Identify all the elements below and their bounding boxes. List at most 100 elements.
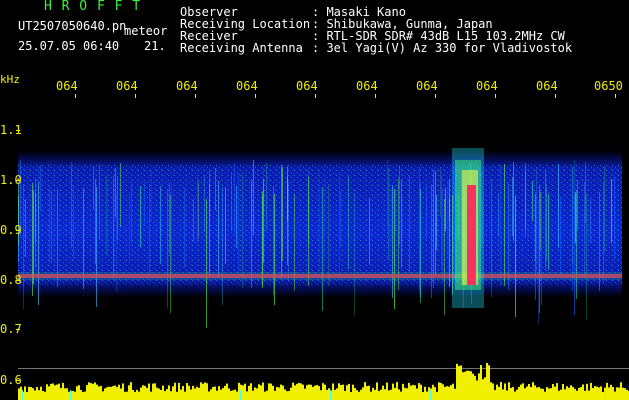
- y-tick-label: 0.9: [0, 223, 22, 237]
- noise-streak: [33, 190, 34, 284]
- noise-streak: [209, 171, 210, 217]
- amplitude-bar: [94, 382, 96, 400]
- noise-streak: [198, 181, 199, 239]
- amplitude-bar: [104, 388, 106, 400]
- amplitude-bar: [248, 385, 250, 400]
- amplitude-bar: [394, 387, 396, 400]
- noise-streak: [25, 199, 26, 257]
- amplitude-bar: [466, 370, 468, 400]
- amplitude-bar: [424, 386, 426, 400]
- amplitude-bar: [364, 382, 366, 400]
- amplitude-bar: [224, 385, 226, 400]
- noise-streak: [324, 190, 325, 262]
- noise-streak: [131, 183, 132, 243]
- noise-streak: [238, 173, 239, 272]
- amplitude-bar: [200, 382, 202, 400]
- x-tick-label: 064: [176, 79, 198, 93]
- amplitude-bar: [284, 389, 286, 400]
- amplitude-bar: [412, 384, 414, 400]
- noise-streak: [354, 190, 355, 315]
- amplitude-bar: [352, 384, 354, 400]
- amplitude-bar: [598, 387, 600, 400]
- amplitude-bar: [156, 387, 158, 400]
- amplitude-bar: [278, 387, 280, 400]
- amplitude-bar: [190, 389, 192, 400]
- amplitude-bar: [194, 388, 196, 400]
- amplitude-bar: [124, 391, 126, 400]
- noise-streak: [115, 168, 116, 218]
- type-label: meteor: [124, 24, 168, 38]
- noise-streak: [426, 185, 427, 239]
- amplitude-bar: [538, 387, 540, 400]
- noise-streak: [184, 187, 185, 268]
- amplitude-bar: [242, 385, 244, 400]
- amplitude-bar: [432, 384, 434, 400]
- amplitude-bar: [544, 391, 546, 400]
- amplitude-bar: [148, 383, 150, 400]
- amplitude-bar: [346, 385, 348, 400]
- amplitude-bar: [516, 389, 518, 400]
- noise-streak: [576, 191, 577, 299]
- y-tick-label: 0.6: [0, 373, 22, 387]
- amplitude-bar: [532, 382, 534, 400]
- amplitude-bar: [438, 382, 440, 400]
- amplitude-bar: [626, 389, 628, 400]
- amplitude-bar: [336, 388, 338, 400]
- counter: 21.: [144, 39, 166, 53]
- amplitude-bar: [526, 386, 528, 400]
- noise-streak: [129, 193, 130, 263]
- noise-streak: [348, 176, 349, 269]
- amplitude-bar: [222, 388, 224, 400]
- noise-streak: [532, 181, 533, 221]
- noise-streak: [215, 168, 216, 210]
- amplitude-bar: [50, 383, 52, 400]
- amplitude-bar: [204, 382, 206, 400]
- amplitude-bar: [554, 386, 556, 400]
- amplitude-bar: [290, 387, 292, 400]
- noise-streak: [599, 188, 600, 282]
- noise-streak: [106, 175, 107, 255]
- noise-streak: [504, 164, 505, 286]
- amplitude-bar: [612, 387, 614, 400]
- noise-streak: [391, 188, 392, 242]
- amplitude-bar: [520, 384, 522, 400]
- amplitude-bar: [492, 383, 494, 400]
- noise-streak: [420, 189, 421, 303]
- amplitude-bar: [316, 384, 318, 400]
- noise-streak: [536, 167, 537, 271]
- amplitude-bar: [426, 391, 428, 400]
- noise-streak: [538, 199, 539, 324]
- amplitude-bar: [622, 387, 624, 400]
- noise-streak: [73, 185, 74, 261]
- x-tick: [435, 94, 436, 98]
- amplitude-bar: [488, 365, 490, 400]
- noise-streak: [167, 189, 168, 308]
- amplitude-bar: [482, 379, 484, 400]
- amplitude-bar: [146, 387, 148, 400]
- noise-streak: [288, 182, 289, 281]
- noise-streak: [395, 190, 396, 231]
- amplitude-bar: [272, 385, 274, 400]
- x-tick-label: 064: [236, 79, 258, 93]
- amplitude-bar: [574, 388, 576, 400]
- x-tick-label: 064: [476, 79, 498, 93]
- noise-streak: [574, 160, 575, 211]
- noise-streak: [140, 186, 141, 247]
- amplitude-bar: [586, 383, 588, 400]
- amplitude-bar: [196, 386, 198, 400]
- noise-streak: [322, 187, 323, 311]
- noise-streak: [546, 185, 547, 260]
- amplitude-bar: [418, 383, 420, 400]
- noise-streak: [242, 173, 243, 288]
- amplitude-bar: [308, 384, 310, 400]
- amplitude-bar: [542, 388, 544, 400]
- amplitude-bar: [174, 382, 176, 400]
- amplitude-bar: [506, 390, 508, 400]
- amplitude-bar: [448, 386, 450, 400]
- noise-streak: [282, 167, 283, 261]
- amplitude-bar: [180, 389, 182, 400]
- amplitude-bar: [318, 386, 320, 400]
- amplitude-bar: [552, 384, 554, 400]
- amplitude-bar: [216, 390, 218, 400]
- noise-streak: [197, 177, 198, 243]
